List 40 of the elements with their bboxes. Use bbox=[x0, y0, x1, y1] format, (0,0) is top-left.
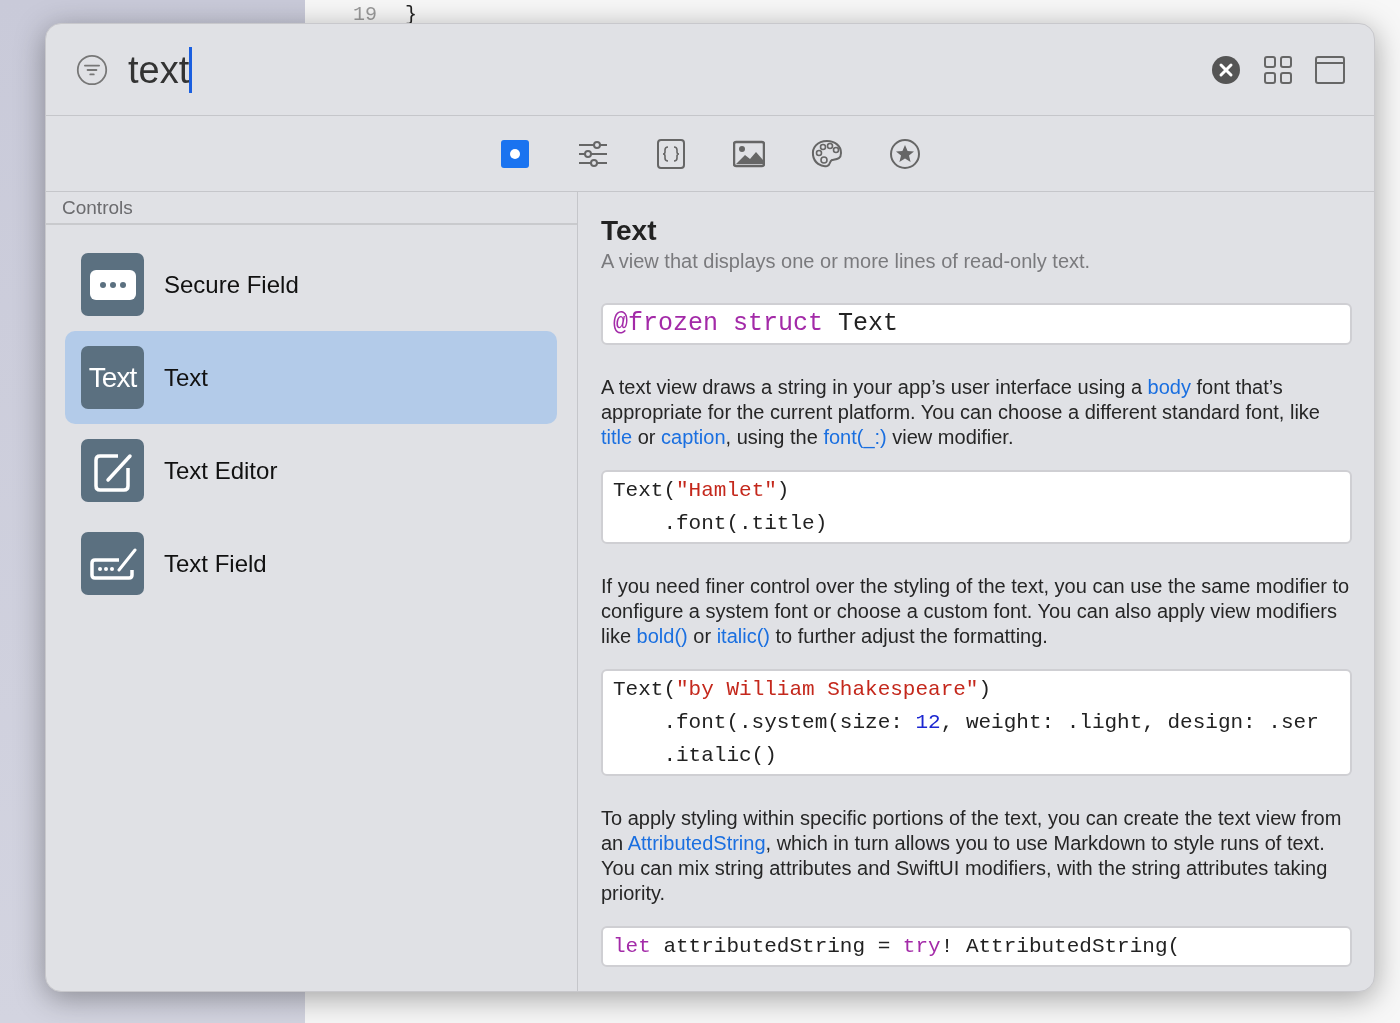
item-label: Text bbox=[164, 363, 208, 392]
text-field-icon bbox=[81, 532, 144, 595]
line-number: 19 bbox=[353, 2, 377, 28]
link[interactable]: body bbox=[1147, 376, 1191, 398]
paragraph: To apply styling within specific portions of the text, you can create the text view from an AttributedString, which in turn allows you to use Markdown to style runs of text. You can mix string attributes and SwiftUI modifiers, with the string attributes taking priority. bbox=[601, 806, 1343, 906]
item-label: Text Editor bbox=[164, 456, 278, 485]
braces-icon[interactable] bbox=[655, 137, 687, 170]
link[interactable]: italic() bbox=[716, 625, 770, 647]
paragraph: A text view draws a string in your app’s user interface using a body font that’s appropriate for the current platform. You can choose a different standard font, like title or caption, using the font(_:) view modifier. bbox=[601, 375, 1321, 450]
code-line: Text("by William Shakespeare") bbox=[613, 677, 993, 703]
item-label: Text Field bbox=[164, 549, 267, 578]
edit-icon bbox=[81, 439, 144, 502]
grid-icon[interactable] bbox=[1262, 53, 1294, 86]
search-field[interactable]: text bbox=[128, 46, 1190, 93]
sidebar-item[interactable]: Secure Field bbox=[65, 238, 557, 331]
code-line: .font(.title) bbox=[662, 511, 829, 537]
link[interactable]: font(_:) bbox=[823, 426, 887, 448]
palette-icon[interactable] bbox=[811, 137, 843, 170]
detail-subtitle: A view that displays one or more lines of read-only text. bbox=[601, 250, 1092, 273]
code-line: Text("Hamlet") bbox=[613, 478, 791, 504]
section-header: Controls bbox=[62, 196, 133, 219]
code-line: .font(.system(size: 12, weight: .light, design: .ser bbox=[662, 710, 1320, 736]
paragraph: If you need finer control over the styling of the text, you can use the same modifier to configure a system font or choose a custom font. You can also apply view modifiers like bold() or italic() to further adjust the formatting. bbox=[601, 574, 1351, 649]
window-icon[interactable] bbox=[1314, 53, 1346, 86]
item-label: Secure Field bbox=[164, 270, 299, 299]
code-line: .italic() bbox=[662, 743, 778, 769]
sidebar-item[interactable]: Text Text bbox=[65, 331, 557, 424]
detail-title: Text bbox=[601, 214, 658, 248]
code-line: @frozen struct Text bbox=[613, 308, 900, 340]
sidebar-item[interactable]: Text Editor bbox=[65, 424, 557, 517]
sidebar-item[interactable]: Text Field bbox=[65, 517, 557, 610]
link[interactable]: caption bbox=[661, 426, 726, 448]
link[interactable]: bold() bbox=[636, 625, 688, 647]
clear-icon[interactable] bbox=[1210, 53, 1242, 86]
link[interactable]: title bbox=[601, 426, 633, 448]
link[interactable]: AttributedString bbox=[627, 832, 766, 854]
code-line: let attributedString = try! AttributedString( bbox=[613, 934, 1182, 960]
filter-icon[interactable] bbox=[76, 53, 108, 86]
text-icon: Text bbox=[81, 346, 144, 409]
secure-field-icon bbox=[81, 253, 144, 316]
